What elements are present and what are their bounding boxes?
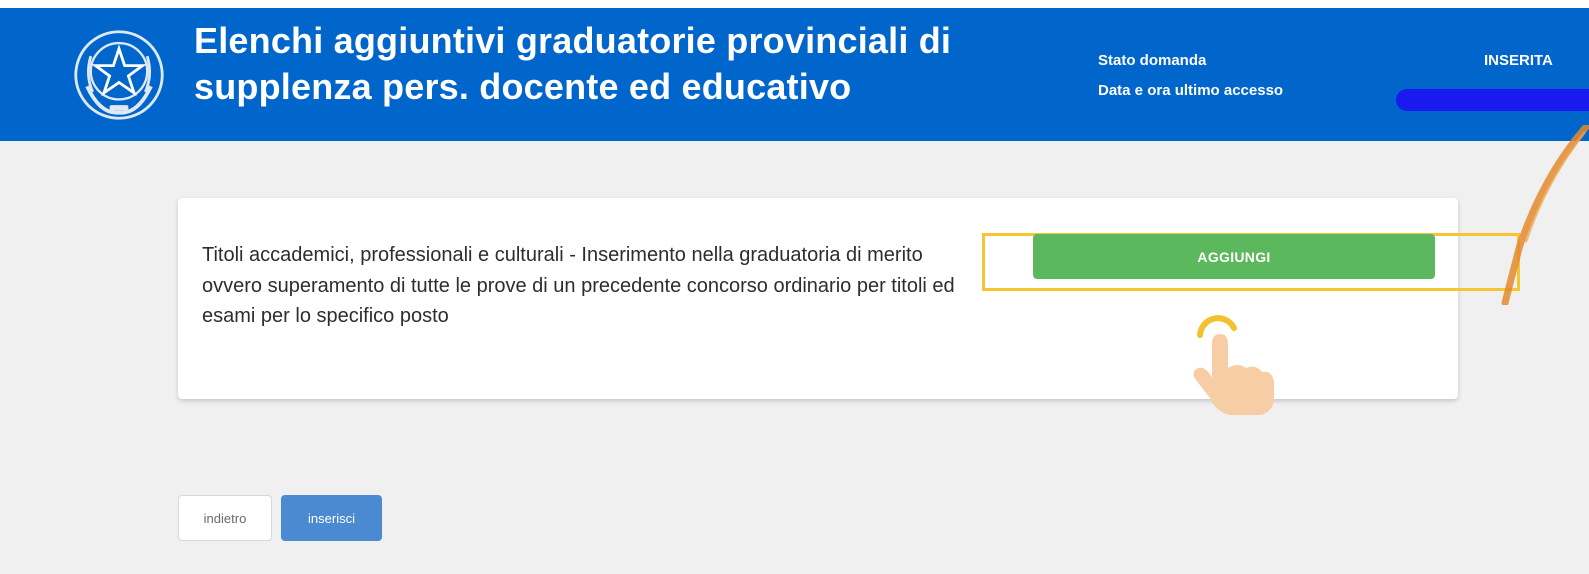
back-button[interactable]: indietro xyxy=(178,495,272,541)
last-access-label: Data e ora ultimo accesso xyxy=(1098,82,1284,99)
top-strip xyxy=(0,0,1589,8)
republic-emblem-icon xyxy=(74,30,164,120)
status-labels: Stato domanda Data e ora ultimo accesso xyxy=(1098,46,1283,106)
app-header: Elenchi aggiuntivi graduatorie provincia… xyxy=(0,8,1589,141)
card-description: Titoli accademici, professionali e cultu… xyxy=(202,244,955,327)
status-label: Stato domanda xyxy=(1098,52,1207,69)
decorative-arrow-stroke xyxy=(1501,125,1589,305)
page-title: Elenchi aggiuntivi graduatorie provincia… xyxy=(194,20,952,107)
add-button[interactable]: AGGIUNGI xyxy=(1033,234,1435,279)
status-value: INSERITA xyxy=(1484,52,1553,69)
redacted-timestamp xyxy=(1396,89,1589,111)
insert-button[interactable]: inserisci xyxy=(281,495,382,541)
pointing-hand-icon xyxy=(1193,315,1274,415)
